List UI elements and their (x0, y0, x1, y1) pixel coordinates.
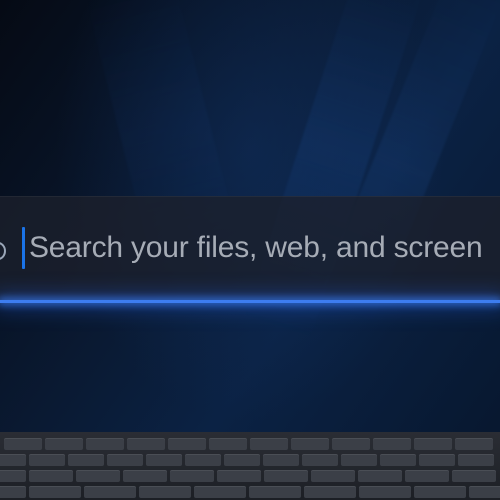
keyboard (0, 432, 500, 500)
key (264, 470, 308, 482)
key (0, 454, 26, 466)
key (127, 438, 165, 450)
key (419, 454, 455, 466)
key (249, 486, 301, 498)
key (4, 438, 42, 450)
key-row (4, 438, 493, 450)
key (123, 470, 167, 482)
key (373, 438, 411, 450)
key (170, 470, 214, 482)
desktop-background: Search your files, web, and screen (0, 0, 500, 500)
key (302, 454, 338, 466)
key (414, 438, 452, 450)
key (209, 438, 247, 450)
key (359, 486, 411, 498)
key (0, 486, 26, 498)
key-row (0, 486, 500, 498)
key (455, 438, 493, 450)
key (76, 470, 120, 482)
key (311, 470, 355, 482)
key (250, 438, 288, 450)
key (107, 454, 143, 466)
key (0, 470, 26, 482)
key (194, 486, 246, 498)
key (332, 438, 370, 450)
key (84, 486, 136, 498)
key (452, 470, 496, 482)
text-caret (22, 227, 25, 269)
key (29, 486, 81, 498)
key (224, 454, 260, 466)
key (263, 454, 299, 466)
key (86, 438, 124, 450)
key (414, 486, 466, 498)
key (29, 470, 73, 482)
key (146, 454, 182, 466)
key (341, 454, 377, 466)
search-focus-underline (0, 300, 500, 303)
key (304, 486, 356, 498)
key (469, 486, 500, 498)
key (217, 470, 261, 482)
key (380, 454, 416, 466)
key (358, 470, 402, 482)
key (45, 438, 83, 450)
key (291, 438, 329, 450)
key (168, 438, 206, 450)
key (185, 454, 221, 466)
key (68, 454, 104, 466)
key (405, 470, 449, 482)
search-input[interactable]: Search your files, web, and screen (29, 228, 483, 268)
key-row (0, 454, 494, 466)
key-row (0, 470, 496, 482)
key (458, 454, 494, 466)
key (139, 486, 191, 498)
key (29, 454, 65, 466)
